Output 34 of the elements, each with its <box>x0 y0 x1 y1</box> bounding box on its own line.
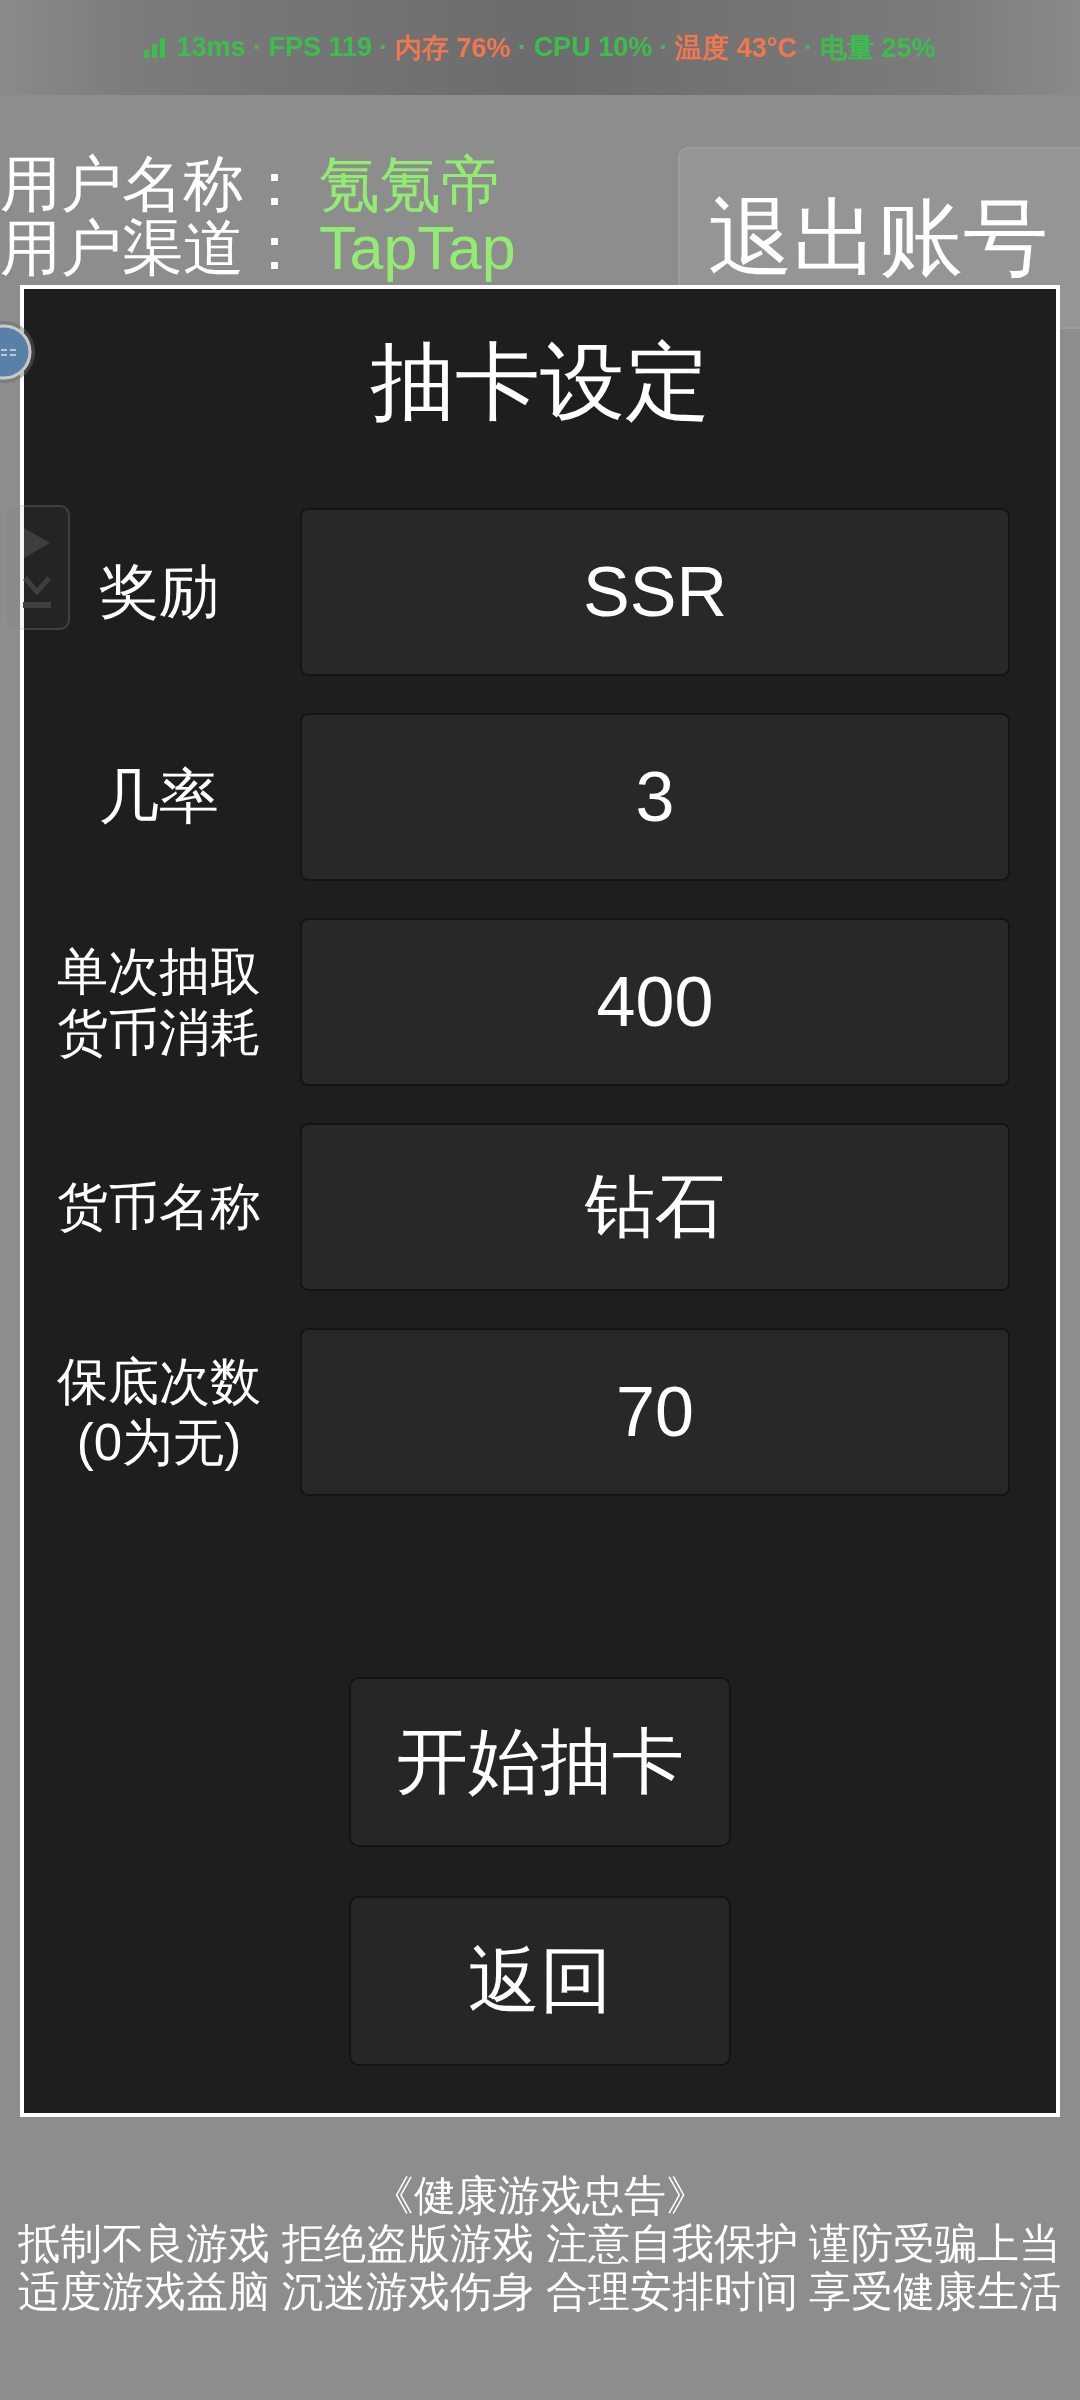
field-label: 保底次数 <box>57 1351 261 1412</box>
account-label: 用户渠道： <box>0 216 305 280</box>
input-field[interactable]: 400 <box>300 918 1010 1086</box>
account-value: TapTap <box>319 216 516 280</box>
stat-text: 温度 43°C <box>675 31 797 65</box>
notice-title: 《健康游戏忠告》 <box>372 2172 708 2220</box>
field-label: 奖励 <box>99 557 219 627</box>
signal-icon <box>144 37 167 58</box>
account-value: 氪氪帝 <box>319 152 502 216</box>
draw-button[interactable]: 开始抽卡 <box>349 1677 731 1847</box>
notice-text: 适度游戏益脑 沉迷游戏伤身 合理安排时间 享受健康生活 <box>18 2268 1062 2316</box>
field-label: 单次抽取 <box>57 941 261 1002</box>
notice-text: 抵制不良游戏 拒绝盗版游戏 注意自我保护 谨防受骗上当 <box>18 2220 1062 2268</box>
account-label: 用户名称： <box>0 152 305 216</box>
stat-text: FPS 119 <box>268 32 373 63</box>
stat-text: 13ms <box>176 32 246 63</box>
separator-text: · <box>517 32 527 63</box>
input-field[interactable]: 70 <box>300 1328 1010 1496</box>
back-button[interactable]: 返回 <box>349 1896 731 2066</box>
separator-text: · <box>379 32 389 63</box>
stat-text: 内存 76% <box>395 31 511 65</box>
separator-text: · <box>804 32 813 63</box>
stat-text: 电量 25% <box>820 31 936 65</box>
separator-text: · <box>252 32 262 63</box>
field-label: (0为无) <box>76 1413 242 1473</box>
field-label: 货币消耗 <box>57 1003 261 1063</box>
stat-text: CPU 10% <box>533 32 653 63</box>
input-field[interactable]: 3 <box>300 713 1010 881</box>
field-label: 货币名称 <box>57 1177 261 1238</box>
input-field[interactable]: SSR <box>300 508 1010 676</box>
input-field[interactable]: 钻石 <box>300 1123 1010 1291</box>
dialog-title: 抽卡设定 <box>370 333 710 431</box>
field-label: 几率 <box>99 762 219 832</box>
separator-text: · <box>659 32 669 63</box>
